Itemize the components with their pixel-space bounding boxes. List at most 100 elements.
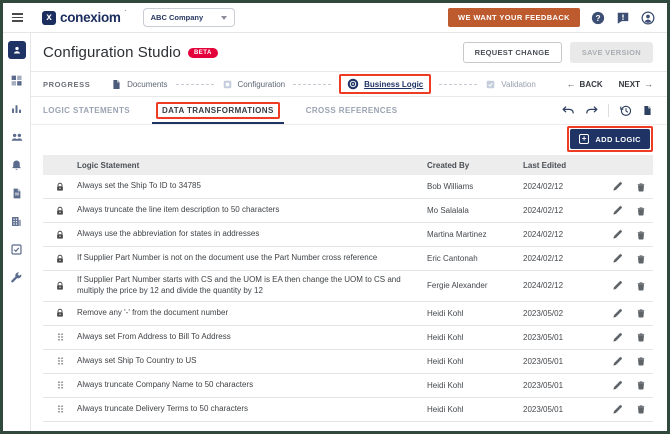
logic-statement: If Supplier Part Number is not on the do… xyxy=(77,249,427,268)
data-transformations-annotation-box: DATA TRANSFORMATIONS xyxy=(156,102,280,119)
drag-icon[interactable] xyxy=(43,379,77,391)
logic-statement: Always truncate Delivery Terms to 50 cha… xyxy=(77,400,427,419)
logic-table: Logic Statement Created By Last Edited A… xyxy=(43,155,653,422)
edit-button[interactable] xyxy=(605,332,629,343)
sidebar-item-account[interactable] xyxy=(8,41,26,59)
tab-logic-statements[interactable]: LOGIC STATEMENTS xyxy=(43,97,130,124)
last-edited: 2023/05/01 xyxy=(523,405,605,414)
logic-statement: Remove any '-' from the document number xyxy=(77,304,427,323)
edit-button[interactable] xyxy=(605,308,629,319)
sidebar-item-dashboard[interactable] xyxy=(10,74,23,87)
next-button[interactable]: NEXT→ xyxy=(619,79,653,89)
step-business-logic[interactable]: Business Logic xyxy=(347,78,423,90)
sidebar-item-analytics[interactable] xyxy=(10,102,23,115)
delete-button[interactable] xyxy=(629,253,653,265)
add-logic-annotation-box: + ADD LOGIC xyxy=(567,126,653,152)
sidebar-item-company[interactable] xyxy=(10,215,23,228)
lock-icon xyxy=(43,181,77,193)
table-row: Always truncate the line item descriptio… xyxy=(43,199,653,223)
drag-icon[interactable] xyxy=(43,331,77,343)
sidebar-item-notifications[interactable] xyxy=(10,159,23,172)
logic-statement: Always set Ship To Country to US xyxy=(77,352,427,371)
validation-step-icon xyxy=(485,79,496,90)
table-row: Always truncate Company Name to 50 chara… xyxy=(43,374,653,398)
table-row: Always set From Address to Bill To Addre… xyxy=(43,326,653,350)
step-connector xyxy=(439,84,477,85)
lock-icon xyxy=(43,229,77,241)
table-header: Logic Statement Created By Last Edited xyxy=(43,155,653,175)
last-edited: 2023/05/01 xyxy=(523,357,605,366)
created-by: Fergie Alexander xyxy=(427,281,523,290)
sidebar-item-team[interactable] xyxy=(10,130,24,144)
table-body: Always set the Ship To ID to 34785Bob Wi… xyxy=(43,175,653,422)
delete-button[interactable] xyxy=(629,379,653,391)
last-edited: 2024/02/12 xyxy=(523,206,605,215)
divider xyxy=(608,104,609,117)
step-documents[interactable]: Documents xyxy=(111,79,167,90)
version-history-icon[interactable] xyxy=(619,104,632,117)
feedback-button[interactable]: WE WANT YOUR FEEDBACK xyxy=(448,8,580,27)
delete-button[interactable] xyxy=(629,331,653,343)
logic-statement: If Supplier Part Number starts with CS a… xyxy=(77,271,427,301)
sidebar-item-documents[interactable] xyxy=(11,187,23,200)
company-selector[interactable]: ABC Company xyxy=(143,8,235,27)
delete-button[interactable] xyxy=(629,205,653,217)
edit-button[interactable] xyxy=(605,205,629,216)
edit-button[interactable] xyxy=(605,280,629,291)
drag-icon[interactable] xyxy=(43,355,77,367)
feedback-chat-icon[interactable] xyxy=(616,11,630,25)
brand-name: conexiom xyxy=(60,10,121,25)
column-created-by: Created By xyxy=(427,161,523,170)
plus-icon: + xyxy=(579,134,589,144)
tabs-bar: LOGIC STATEMENTS DATA TRANSFORMATIONS CR… xyxy=(31,97,667,125)
created-by: Bob Williams xyxy=(427,182,523,191)
document-copy-icon[interactable] xyxy=(642,104,653,117)
sidebar-item-tools[interactable] xyxy=(10,271,23,284)
drag-icon[interactable] xyxy=(43,403,77,415)
created-by: Heidi Kohl xyxy=(427,333,523,342)
logic-statement: Always use the abbreviation for states i… xyxy=(77,225,427,244)
save-version-button: SAVE VERSION xyxy=(570,42,653,63)
edit-button[interactable] xyxy=(605,356,629,367)
add-logic-button[interactable]: + ADD LOGIC xyxy=(570,129,650,149)
left-sidebar xyxy=(3,33,31,431)
edit-button[interactable] xyxy=(605,404,629,415)
step-configuration[interactable]: Configuration xyxy=(222,79,286,90)
edit-button[interactable] xyxy=(605,253,629,264)
delete-button[interactable] xyxy=(629,229,653,241)
business-logic-annotation-box: Business Logic xyxy=(339,74,431,94)
table-row: If Supplier Part Number is not on the do… xyxy=(43,247,653,271)
delete-button[interactable] xyxy=(629,403,653,415)
delete-button[interactable] xyxy=(629,307,653,319)
brand-trademark: ´ xyxy=(125,11,127,17)
tab-cross-references[interactable]: CROSS REFERENCES xyxy=(306,97,398,124)
created-by: Heidi Kohl xyxy=(427,405,523,414)
lock-icon xyxy=(43,307,77,319)
tab-data-transformations[interactable]: DATA TRANSFORMATIONS xyxy=(156,97,280,124)
column-logic-statement: Logic Statement xyxy=(77,161,427,170)
delete-button[interactable] xyxy=(629,355,653,367)
configuration-step-icon xyxy=(222,79,233,90)
step-connector xyxy=(176,84,214,85)
edit-button[interactable] xyxy=(605,229,629,240)
menu-icon[interactable] xyxy=(3,11,31,24)
help-icon[interactable]: ? xyxy=(591,11,605,25)
lock-icon xyxy=(43,253,77,265)
created-by: Heidi Kohl xyxy=(427,381,523,390)
table-row: Remove any '-' from the document numberH… xyxy=(43,302,653,326)
request-change-button[interactable]: REQUEST CHANGE xyxy=(463,42,562,63)
step-validation[interactable]: Validation xyxy=(485,79,536,90)
last-edited: 2023/05/01 xyxy=(523,333,605,342)
edit-button[interactable] xyxy=(605,380,629,391)
delete-button[interactable] xyxy=(629,280,653,292)
logic-statement: Always set the Ship To ID to 34785 xyxy=(77,177,427,196)
redo-icon[interactable] xyxy=(585,106,598,116)
table-row: If Supplier Part Number starts with CS a… xyxy=(43,271,653,302)
back-button[interactable]: ←BACK xyxy=(567,79,603,89)
undo-icon[interactable] xyxy=(562,106,575,116)
sidebar-item-tasks[interactable] xyxy=(10,243,23,256)
delete-button[interactable] xyxy=(629,181,653,193)
last-edited: 2023/05/02 xyxy=(523,309,605,318)
user-account-icon[interactable] xyxy=(641,11,655,25)
edit-button[interactable] xyxy=(605,181,629,192)
